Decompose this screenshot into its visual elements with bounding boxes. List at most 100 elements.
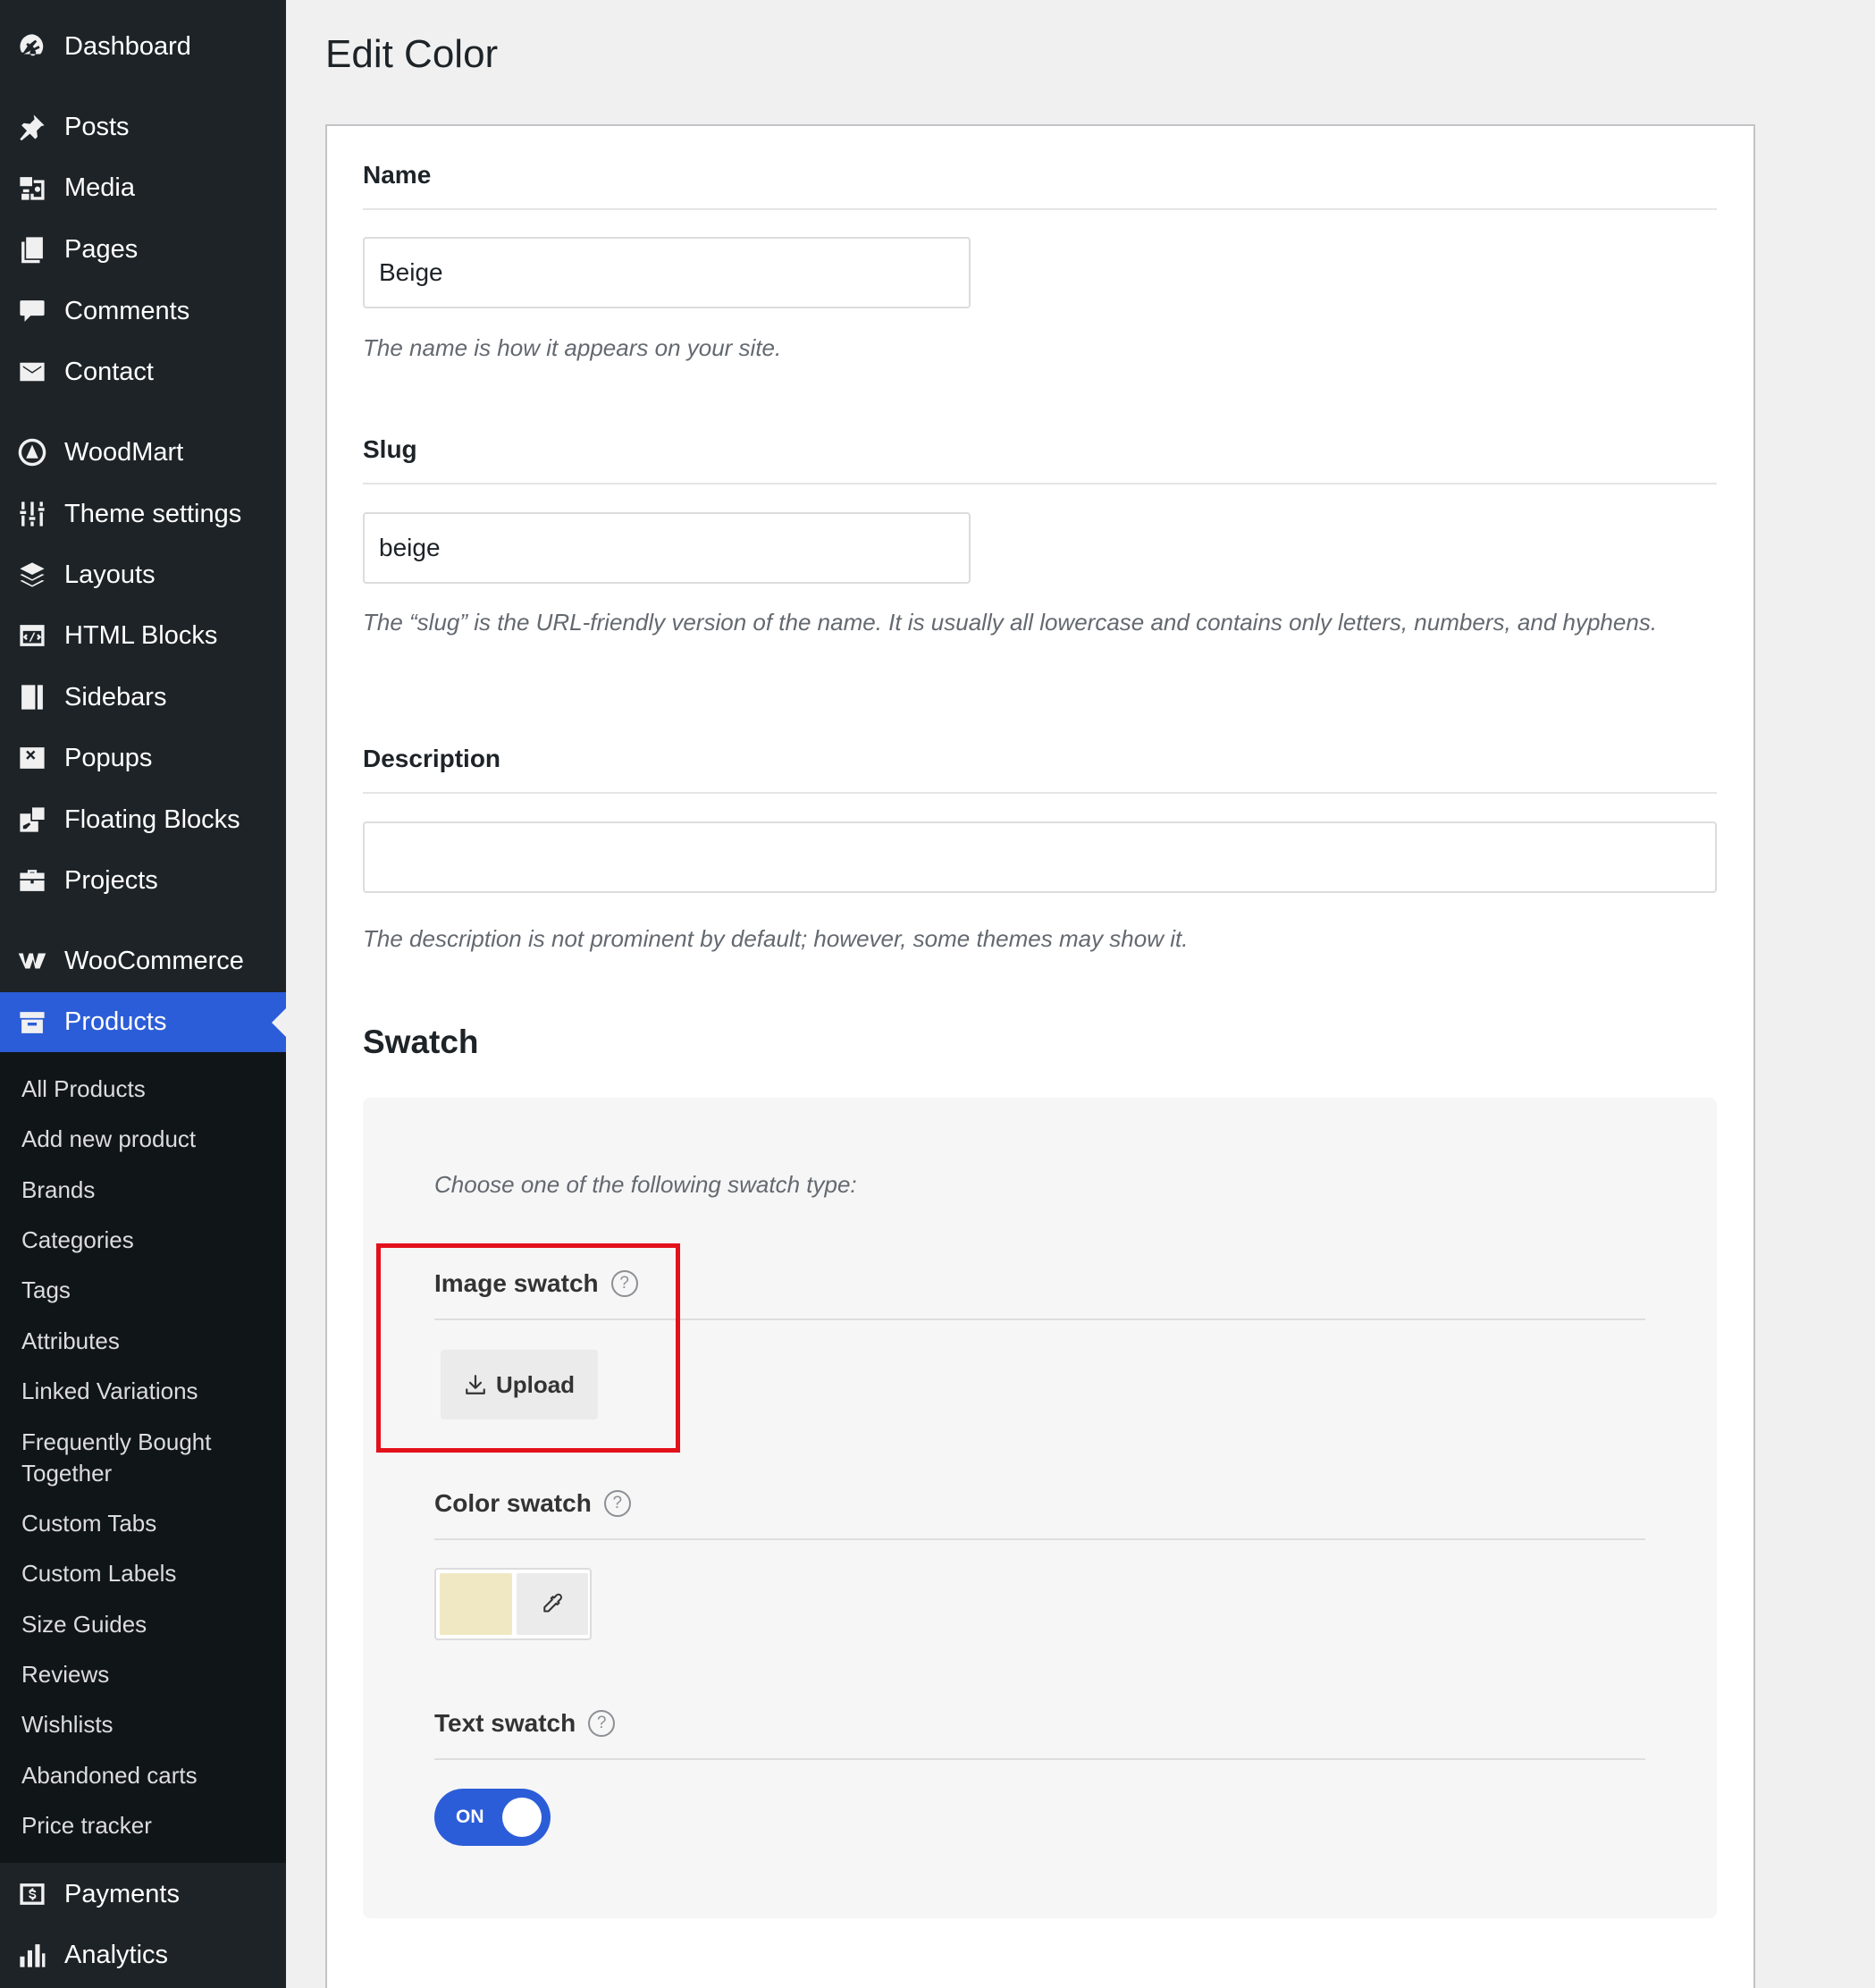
- briefcase-icon: [16, 864, 48, 897]
- slug-input[interactable]: [363, 512, 971, 584]
- products-submenu: All Products Add new product Brands Cate…: [0, 1052, 286, 1863]
- sidebar-item-products[interactable]: Products: [0, 992, 286, 1052]
- layers-icon: [16, 559, 48, 591]
- color-picker[interactable]: [434, 1568, 592, 1640]
- text-swatch-toggle[interactable]: ON: [434, 1789, 551, 1846]
- sidebar-item-label: Posts: [64, 112, 130, 141]
- help-icon[interactable]: ?: [588, 1710, 616, 1737]
- color-swatch-title: Color swatch: [434, 1489, 592, 1517]
- name-input[interactable]: [363, 237, 971, 308]
- payments-icon: [16, 1878, 48, 1910]
- color-preview-chip[interactable]: [440, 1573, 512, 1635]
- sidebar-item-label: Sidebars: [64, 682, 167, 712]
- dashboard-icon: [16, 30, 48, 63]
- divider: [434, 1538, 1645, 1540]
- sidebar-item-label: Dashboard: [64, 31, 191, 61]
- sliders-icon: [16, 498, 48, 530]
- submenu-item-add-new-product[interactable]: Add new product: [21, 1124, 281, 1155]
- sidebar-item-label: Comments: [64, 296, 190, 325]
- page-title: Edit Color: [325, 32, 499, 76]
- sidebar-item-label: WooCommerce: [64, 946, 244, 975]
- submenu-item-brands[interactable]: Brands: [21, 1175, 281, 1206]
- comment-icon: [16, 295, 48, 327]
- description-label: Description: [363, 745, 501, 772]
- submenu-item-reviews[interactable]: Reviews: [21, 1659, 281, 1690]
- help-icon[interactable]: ?: [603, 1490, 631, 1517]
- color-swatch-label: Color swatch ?: [434, 1489, 631, 1518]
- submenu-item-all-products[interactable]: All Products: [21, 1074, 281, 1105]
- submenu-item-wishlists[interactable]: Wishlists: [21, 1709, 281, 1740]
- eyedropper-icon: [543, 1593, 562, 1612]
- sidebar-item-theme-settings[interactable]: Theme settings: [0, 487, 286, 541]
- sidebar-item-label: Analytics: [64, 1940, 169, 1969]
- sidebar-item-payments[interactable]: Payments: [0, 1867, 286, 1921]
- sidebar-item-html-blocks[interactable]: HTML Blocks: [0, 609, 286, 662]
- sidebar-item-posts[interactable]: Posts: [0, 100, 286, 154]
- submenu-item-price-tracker[interactable]: Price tracker: [21, 1810, 281, 1841]
- submenu-item-custom-labels[interactable]: Custom Labels: [21, 1558, 281, 1589]
- sidebar-item-label: Floating Blocks: [64, 804, 240, 834]
- archive-icon: [16, 1007, 48, 1039]
- sidebar-item-contact[interactable]: Contact: [0, 345, 286, 399]
- sidebar-item-analytics[interactable]: Analytics: [0, 1928, 286, 1982]
- submenu-item-attributes[interactable]: Attributes: [21, 1326, 281, 1357]
- envelope-icon: [16, 356, 48, 388]
- sidebar-item-label: Popups: [64, 743, 153, 772]
- sidebar-item-label: Pages: [64, 234, 139, 264]
- submenu-item-frequently-bought-together[interactable]: Frequently Bought Together: [21, 1427, 281, 1489]
- text-swatch-label: Text swatch ?: [434, 1709, 616, 1738]
- submenu-item-size-guides[interactable]: Size Guides: [21, 1609, 281, 1640]
- sidebar-item-popups[interactable]: Popups: [0, 731, 286, 785]
- sidebar-item-floating-blocks[interactable]: Floating Blocks: [0, 793, 286, 847]
- divider: [363, 208, 1717, 210]
- submenu-item-custom-tabs[interactable]: Custom Tabs: [21, 1508, 281, 1539]
- sidebar-item-label: HTML Blocks: [64, 620, 218, 650]
- sidebar-item-pages[interactable]: Pages: [0, 223, 286, 276]
- sidebar-item-label: Contact: [64, 357, 154, 386]
- sidebar-item-projects[interactable]: Projects: [0, 854, 286, 907]
- woocommerce-icon: [16, 945, 48, 977]
- sidebar-item-sidebars[interactable]: Sidebars: [0, 670, 286, 724]
- eyedropper-button[interactable]: [517, 1573, 588, 1635]
- woodmart-icon: [16, 436, 48, 468]
- submenu-item-linked-variations[interactable]: Linked Variations: [21, 1376, 281, 1407]
- admin-sidebar: Dashboard Posts Media Pages Comments Con…: [0, 0, 286, 1988]
- floating-block-icon: [16, 804, 48, 836]
- slug-hint: The “slug” is the URL-friendly version o…: [363, 609, 1658, 636]
- sidebar-item-label: Layouts: [64, 560, 156, 589]
- sidebar-item-label: Projects: [64, 865, 158, 895]
- sidebar-item-label: Media: [64, 173, 135, 202]
- slug-label: Slug: [363, 435, 417, 463]
- swatch-heading: Swatch: [363, 1023, 479, 1060]
- sidebar-item-woodmart[interactable]: WoodMart: [0, 425, 286, 479]
- divider: [434, 1758, 1645, 1760]
- description-hint: The description is not prominent by defa…: [363, 925, 1189, 952]
- submenu-item-abandoned-carts[interactable]: Abandoned carts: [21, 1760, 281, 1791]
- pin-icon: [16, 111, 48, 143]
- highlight-annotation-box: [376, 1243, 680, 1453]
- sidebar-item-layouts[interactable]: Layouts: [0, 548, 286, 602]
- submenu-item-tags[interactable]: Tags: [21, 1275, 281, 1306]
- sidebar-item-media[interactable]: Media: [0, 161, 286, 215]
- sidebar-item-label: Theme settings: [64, 499, 242, 528]
- toggle-knob: [502, 1798, 542, 1837]
- submenu-item-categories[interactable]: Categories: [21, 1225, 281, 1256]
- name-label: Name: [363, 161, 432, 189]
- popup-icon: [16, 742, 48, 774]
- toggle-state-label: ON: [456, 1807, 484, 1827]
- description-textarea[interactable]: [363, 821, 1717, 893]
- divider: [363, 483, 1717, 484]
- sidebar-item-dashboard[interactable]: Dashboard: [0, 20, 286, 73]
- code-block-icon: [16, 619, 48, 652]
- sidebar-item-label: Products: [64, 1007, 167, 1036]
- sidebar-item-comments[interactable]: Comments: [0, 284, 286, 338]
- name-hint: The name is how it appears on your site.: [363, 334, 782, 361]
- media-icon: [16, 172, 48, 204]
- sidebar-item-label: WoodMart: [64, 437, 184, 467]
- analytics-icon: [16, 1939, 48, 1971]
- divider: [363, 792, 1717, 794]
- text-swatch-title: Text swatch: [434, 1709, 576, 1737]
- swatch-intro: Choose one of the following swatch type:: [434, 1171, 857, 1198]
- sidebar-item-woocommerce[interactable]: WooCommerce: [0, 934, 286, 988]
- pages-icon: [16, 233, 48, 265]
